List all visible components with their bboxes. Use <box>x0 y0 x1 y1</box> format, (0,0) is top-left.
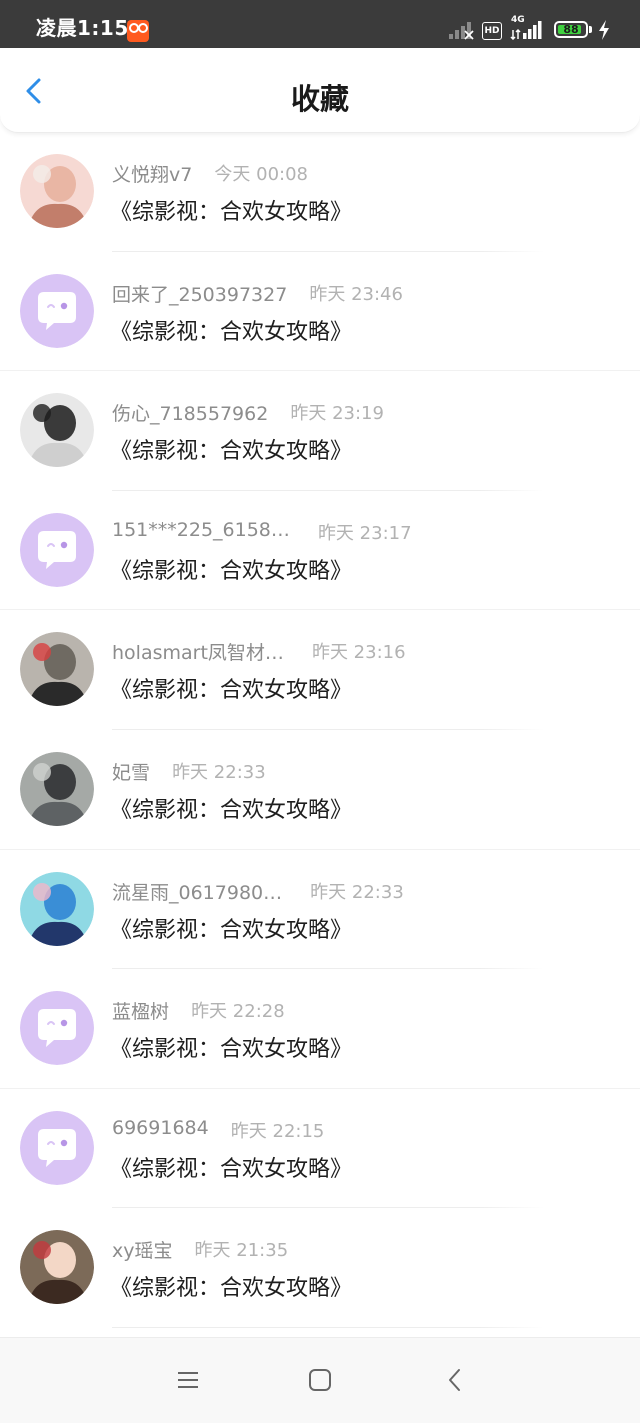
username[interactable]: 蓝楹树 <box>112 997 169 1024</box>
avatar-photo <box>20 751 94 826</box>
book-title[interactable]: 《综影视：合欢女攻略》 <box>110 672 352 704</box>
default-avatar[interactable] <box>20 512 94 587</box>
item-meta: 妃雪 昨天 22:33 <box>112 758 266 784</box>
item-meta: 义悦翔v7 今天 00:08 <box>112 160 308 186</box>
item-meta: xy瑶宝 昨天 21:35 <box>112 1236 288 1262</box>
favorites-list: 义悦翔v7 今天 00:08 《综影视：合欢女攻略》 回来了_250397327… <box>0 132 640 1328</box>
chat-bubble-icon <box>20 1110 94 1185</box>
book-title[interactable]: 《综影视：合欢女攻略》 <box>110 194 352 226</box>
weak-signal-icon <box>449 22 474 40</box>
username[interactable]: 妃雪 <box>112 758 150 785</box>
username[interactable]: 69691684 <box>112 1117 209 1139</box>
back-icon[interactable] <box>441 1366 469 1394</box>
timestamp: 昨天 22:33 <box>172 761 266 783</box>
photo-avatar[interactable] <box>20 632 94 707</box>
timestamp: 昨天 23:17 <box>317 522 412 544</box>
book-title[interactable]: 《综影视：合欢女攻略》 <box>110 1031 352 1063</box>
photo-avatar[interactable] <box>20 393 94 468</box>
default-avatar[interactable] <box>20 1110 94 1185</box>
favorite-list-item[interactable]: 151***225_6158… 昨天 23:17 《综影视：合欢女攻略》 <box>0 491 640 611</box>
favorite-list-item[interactable]: 蓝楹树 昨天 22:28 《综影视：合欢女攻略》 <box>0 969 640 1089</box>
timestamp: 昨天 23:16 <box>311 642 406 664</box>
item-meta: 伤心_718557962 昨天 23:19 <box>112 399 384 425</box>
app-notification-icon <box>127 20 149 42</box>
timestamp: 昨天 22:33 <box>310 881 404 903</box>
4g-signal-icon <box>510 21 542 40</box>
chat-bubble-icon <box>20 991 94 1066</box>
favorite-list-item[interactable]: 回来了_250397327 昨天 23:46 《综影视：合欢女攻略》 <box>0 252 640 372</box>
book-title[interactable]: 《综影视：合欢女攻略》 <box>110 314 352 346</box>
favorite-list-item[interactable]: 流星雨_0617980… 昨天 22:33 《综影视：合欢女攻略》 <box>0 850 640 970</box>
default-avatar[interactable] <box>20 991 94 1066</box>
book-title[interactable]: 《综影视：合欢女攻略》 <box>110 1151 352 1183</box>
battery-level: 88 <box>563 23 579 36</box>
item-meta: 蓝楹树 昨天 22:28 <box>112 997 285 1023</box>
username[interactable]: 151***225_6158… <box>112 519 290 541</box>
book-title[interactable]: 《综影视：合欢女攻略》 <box>110 1270 352 1302</box>
timestamp: 昨天 22:28 <box>191 1001 285 1023</box>
item-meta: 流星雨_0617980… 昨天 22:33 <box>112 878 404 904</box>
avatar-photo <box>20 871 94 946</box>
item-meta: 151***225_6158… 昨天 23:17 <box>112 519 412 545</box>
system-nav-bar <box>0 1337 640 1423</box>
timestamp: 昨天 22:15 <box>230 1120 325 1142</box>
page-title: 收藏 <box>290 82 349 116</box>
book-title[interactable]: 《综影视：合欢女攻略》 <box>110 433 352 465</box>
book-title[interactable]: 《综影视：合欢女攻略》 <box>110 912 352 944</box>
photo-avatar[interactable] <box>20 751 94 826</box>
favorite-list-item[interactable]: 69691684 昨天 22:15 《综影视：合欢女攻略》 <box>0 1089 640 1209</box>
item-meta: holasmart凤智材… 昨天 23:16 <box>112 638 406 664</box>
item-meta: 69691684 昨天 22:15 <box>112 1117 324 1143</box>
timestamp: 昨天 21:35 <box>194 1240 289 1262</box>
favorite-list-item[interactable]: xy瑶宝 昨天 21:35 《综影视：合欢女攻略》 <box>0 1208 640 1328</box>
avatar-photo <box>20 632 94 707</box>
timestamp: 今天 00:08 <box>214 164 308 185</box>
favorite-list-item[interactable]: 伤心_718557962 昨天 23:19 《综影视：合欢女攻略》 <box>0 371 640 491</box>
book-title[interactable]: 《综影视：合欢女攻略》 <box>110 792 352 824</box>
avatar-photo <box>20 1230 94 1305</box>
photo-avatar[interactable] <box>20 154 94 228</box>
avatar-photo <box>20 393 94 468</box>
avatar-photo <box>20 154 94 228</box>
charging-icon <box>599 20 609 40</box>
status-time: 凌晨1:15 <box>36 16 129 40</box>
hd-icon: HD <box>482 22 502 40</box>
chat-bubble-icon <box>20 512 94 587</box>
username[interactable]: 流星雨_0617980… <box>112 878 282 905</box>
battery-icon: 88 <box>554 21 588 38</box>
username[interactable]: 回来了_250397327 <box>112 280 287 307</box>
app-header: 收藏 <box>0 48 640 133</box>
home-icon[interactable] <box>306 1366 334 1394</box>
timestamp: 昨天 23:19 <box>290 403 384 425</box>
photo-avatar[interactable] <box>20 1230 94 1305</box>
username[interactable]: xy瑶宝 <box>112 1236 173 1263</box>
status-bar: 凌晨1:15 HD 4G 88 <box>0 0 640 48</box>
username[interactable]: 义悦翔v7 <box>112 160 192 187</box>
favorite-list-item[interactable]: holasmart凤智材… 昨天 23:16 《综影视：合欢女攻略》 <box>0 610 640 730</box>
photo-avatar[interactable] <box>20 871 94 946</box>
favorite-list-item[interactable]: 妃雪 昨天 22:33 《综影视：合欢女攻略》 <box>0 730 640 850</box>
menu-icon[interactable] <box>174 1366 202 1394</box>
username[interactable]: holasmart凤智材… <box>112 638 284 665</box>
battery-cap <box>589 26 592 33</box>
chat-bubble-icon <box>20 273 94 348</box>
timestamp: 昨天 23:46 <box>309 283 403 305</box>
username[interactable]: 伤心_718557962 <box>112 399 268 426</box>
item-meta: 回来了_250397327 昨天 23:46 <box>112 280 403 306</box>
book-title[interactable]: 《综影视：合欢女攻略》 <box>110 553 352 585</box>
default-avatar[interactable] <box>20 273 94 348</box>
favorite-list-item[interactable]: 义悦翔v7 今天 00:08 《综影视：合欢女攻略》 <box>0 132 640 252</box>
